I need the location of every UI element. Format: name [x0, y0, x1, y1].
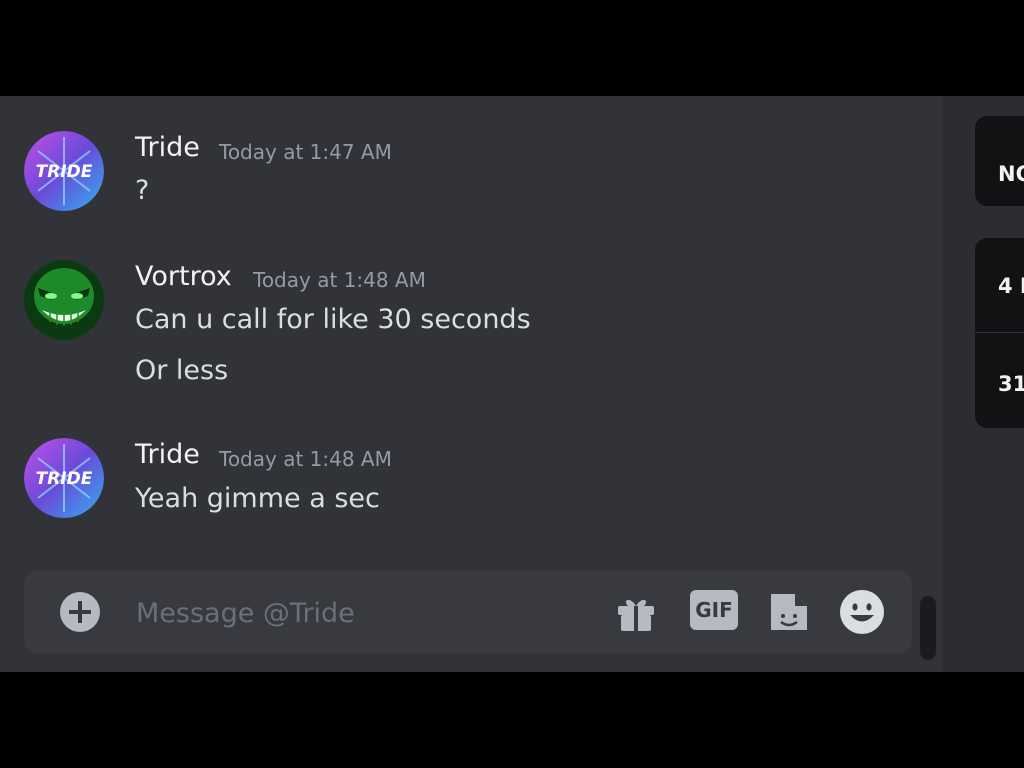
attach-plus-icon[interactable]	[60, 592, 100, 632]
svg-text:TRIDE: TRIDE	[36, 469, 93, 489]
message-text: Or less	[135, 355, 229, 386]
message-input[interactable]	[134, 584, 598, 642]
emoji-icon[interactable]	[838, 588, 886, 636]
gift-icon[interactable]	[612, 588, 660, 636]
message-text: Yeah gimme a sec	[135, 483, 380, 514]
vortrox-avatar[interactable]	[24, 260, 104, 340]
tride-avatar[interactable]: TRIDE	[24, 438, 104, 518]
profile-card: NO	[975, 116, 1024, 206]
chat-scrollbar[interactable]	[920, 596, 936, 660]
app-window: TRIDE Tride Today at 1:47 AM ? Vortrox T…	[0, 96, 1024, 672]
chat-panel: TRIDE Tride Today at 1:47 AM ? Vortrox T…	[0, 96, 942, 672]
profile-card: 4 I 31	[975, 238, 1024, 428]
user-profile-panel: NO 4 I 31	[942, 96, 1024, 672]
message-author[interactable]: Tride	[135, 439, 200, 470]
message-timestamp: Today at 1:48 AM	[253, 268, 426, 292]
message-timestamp: Today at 1:48 AM	[219, 447, 392, 471]
message-timestamp: Today at 1:47 AM	[219, 140, 392, 164]
tride-avatar[interactable]: TRIDE	[24, 131, 104, 211]
card-text: NO	[998, 162, 1024, 186]
card-text[interactable]: 4 I	[998, 274, 1024, 298]
message-text: ?	[135, 175, 150, 206]
gif-button[interactable]: GIF	[690, 590, 738, 630]
message-author[interactable]: Vortrox	[135, 261, 232, 292]
message-author[interactable]: Tride	[135, 132, 200, 163]
card-text[interactable]: 31	[998, 372, 1024, 396]
message-text: Can u call for like 30 seconds	[135, 304, 531, 335]
message-composer: GIF	[24, 570, 912, 654]
sticker-icon[interactable]	[765, 588, 813, 636]
svg-text:TRIDE: TRIDE	[36, 162, 93, 182]
